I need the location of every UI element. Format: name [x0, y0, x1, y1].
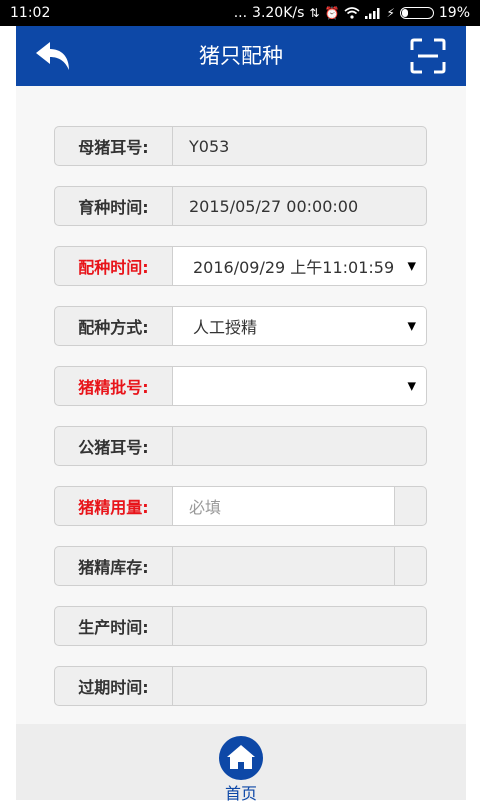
semen-batch-label: 猪精批号: [55, 367, 173, 405]
row-semen-dosage: 猪精用量: 必填 [54, 486, 427, 526]
status-time: 11:02 [10, 5, 51, 21]
semen-dosage-input[interactable]: 必填 [173, 487, 395, 525]
battery-level [401, 9, 408, 17]
row-breed-time: 育种时间: 2015/05/27 00:00:00 [54, 186, 427, 226]
bottom-bar: 首页 [16, 724, 466, 803]
dropdown-arrow-icon: ▼ [407, 379, 416, 393]
mating-time-select[interactable]: 2016/09/29 上午11:01:59 ▼ [173, 247, 426, 285]
header-bar: 猪只配种 [16, 26, 466, 86]
home-label: 首页 [224, 784, 257, 803]
network-speed: 3.20K/s [252, 5, 305, 21]
back-button[interactable] [34, 40, 72, 72]
wifi-icon [344, 7, 360, 19]
charging-icon: ⚡ [386, 6, 395, 20]
boar-ear-tag-label: 公猪耳号: [55, 427, 173, 465]
mating-method-select[interactable]: 人工授精 ▼ [173, 307, 426, 345]
production-date-value [173, 607, 426, 645]
mating-time-value: 2016/09/29 上午11:01:59 [193, 258, 395, 277]
scan-button[interactable] [410, 38, 446, 74]
mating-method-value: 人工授精 [193, 318, 258, 337]
signal-icon [365, 8, 380, 19]
scan-icon [410, 38, 446, 74]
home-icon-circle [219, 736, 263, 780]
alarm-icon: ⏰ [324, 6, 340, 20]
row-production-date: 生产时间: [54, 606, 427, 646]
row-sow-ear-tag: 母猪耳号: Y053 [54, 126, 427, 166]
home-button[interactable]: 首页 [211, 736, 271, 803]
breed-time-value: 2015/05/27 00:00:00 [189, 196, 359, 216]
production-date-label: 生产时间: [55, 607, 173, 645]
dropdown-arrow-icon: ▼ [407, 319, 416, 333]
status-bar: 11:02 ... 3.20K/s ⇅ ⏰ ⚡ 19% [0, 0, 480, 26]
boar-ear-tag-value [173, 427, 426, 465]
back-arrow-icon [36, 42, 69, 70]
row-mating-method: 配种方式: 人工授精 ▼ [54, 306, 427, 346]
dropdown-arrow-icon: ▼ [407, 259, 416, 273]
expiry-date-label: 过期时间: [55, 667, 173, 705]
page-title: 猪只配种 [199, 44, 283, 68]
expiry-date-value [173, 667, 426, 705]
semen-batch-select[interactable]: ▼ [173, 367, 426, 405]
mating-method-label: 配种方式: [55, 307, 173, 345]
breed-time-label: 育种时间: [55, 187, 173, 225]
form-area: 母猪耳号: Y053 育种时间: 2015/05/27 00:00:00 配种时… [16, 86, 466, 724]
mating-time-label: 配种时间: [55, 247, 173, 285]
status-icons: ... 3.20K/s ⇅ ⏰ ⚡ 19% [234, 5, 470, 21]
sow-ear-tag-label: 母猪耳号: [55, 127, 173, 165]
battery-icon [399, 7, 434, 19]
row-mating-time: 配种时间: 2016/09/29 上午11:01:59 ▼ [54, 246, 427, 286]
row-expiry-date: 过期时间: [54, 666, 427, 706]
row-semen-batch: 猪精批号: ▼ [54, 366, 427, 406]
status-dots: ... [233, 5, 248, 21]
sow-ear-tag-value: Y053 [189, 136, 230, 156]
home-icon [227, 745, 255, 769]
semen-stock-label: 猪精库存: [55, 547, 173, 585]
vibrate-icon: ⇅ [309, 6, 320, 20]
semen-dosage-label: 猪精用量: [55, 487, 173, 525]
battery-percent: 19% [438, 5, 470, 21]
row-boar-ear-tag: 公猪耳号: [54, 426, 427, 466]
semen-stock-value [173, 547, 395, 585]
row-semen-stock: 猪精库存: [54, 546, 427, 586]
